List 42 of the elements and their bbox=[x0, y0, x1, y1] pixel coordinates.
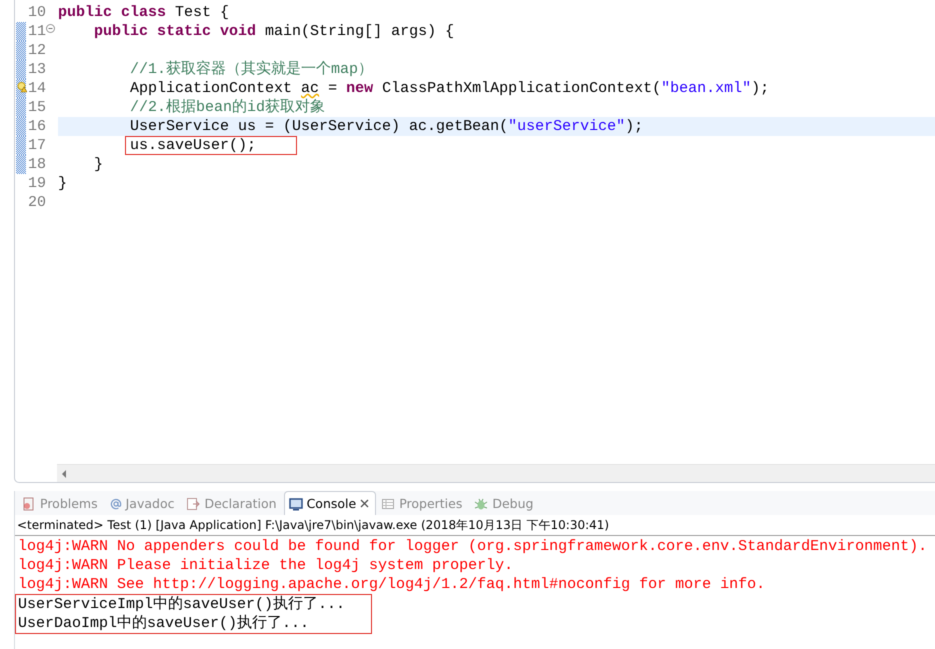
console-line: UserDaoImpl中的saveUser()执行了... bbox=[18, 614, 310, 633]
console-status: <terminated> Test (1) [Java Application] F:\Java\jre7\bin\javaw.exe (2018年10月13日 下午10:30:41) bbox=[15, 515, 935, 536]
console-line: UserServiceImpl中的saveUser()执行了... bbox=[18, 595, 346, 614]
console-line: log4j:WARN No appenders could be found for logger (org.springframework.core.env.StandardEnvironment). bbox=[18, 537, 928, 556]
line-number: 19 bbox=[28, 174, 46, 193]
line-number: 12 bbox=[28, 41, 46, 60]
collapse-icon[interactable] bbox=[46, 24, 55, 33]
code-line: public class Test { bbox=[58, 4, 230, 21]
line-number: 10 bbox=[28, 3, 46, 22]
close-icon[interactable] bbox=[360, 499, 370, 508]
line-number: 20 bbox=[28, 193, 46, 212]
view-tab[interactable]: Javadoc bbox=[104, 491, 182, 515]
code-line: //1.获取容器（其实就是一个map） bbox=[129, 61, 374, 78]
line-number: 18 bbox=[28, 155, 46, 174]
view-tab[interactable]: Declaration bbox=[181, 491, 284, 515]
code-line: us.saveUser(); bbox=[129, 137, 256, 154]
at-sign-icon bbox=[110, 498, 122, 510]
line-number: 11 bbox=[28, 22, 46, 41]
line-number: 16 bbox=[28, 117, 46, 136]
problems-icon bbox=[22, 496, 36, 510]
bug-icon bbox=[474, 496, 488, 510]
monitor-icon bbox=[288, 496, 303, 510]
view-tab[interactable]: Console bbox=[284, 491, 376, 515]
code-line: } bbox=[58, 175, 68, 192]
view-tab[interactable]: Debug bbox=[469, 491, 540, 515]
view-tab[interactable]: Problems bbox=[17, 491, 105, 515]
horizontal-scrollbar[interactable] bbox=[57, 464, 935, 482]
document-icon bbox=[186, 496, 200, 510]
console-line: log4j:WARN See http://logging.apache.org/log4j/1.2/faq.html#noconfig for more info. bbox=[18, 575, 766, 594]
line-number: 17 bbox=[28, 136, 46, 155]
view-tab[interactable]: Properties bbox=[376, 491, 470, 515]
code-line: public static void main(String[] args) { bbox=[93, 23, 454, 40]
line-number: 14 bbox=[28, 79, 46, 98]
line-number: 13 bbox=[28, 60, 46, 79]
code-line: ApplicationContext ac = new ClassPathXmlApplicationContext("bean.xml"); bbox=[129, 80, 770, 97]
table-icon bbox=[381, 496, 396, 510]
scroll-left-icon[interactable] bbox=[61, 470, 67, 478]
code-line: } bbox=[93, 156, 104, 173]
line-number: 15 bbox=[28, 98, 46, 117]
code-line: //2.根据bean的id获取对象 bbox=[129, 99, 326, 116]
code-line: UserService us = (UserService) ac.getBean("userService"); bbox=[129, 118, 644, 135]
console-line: log4j:WARN Please initialize the log4j system properly. bbox=[18, 556, 514, 575]
